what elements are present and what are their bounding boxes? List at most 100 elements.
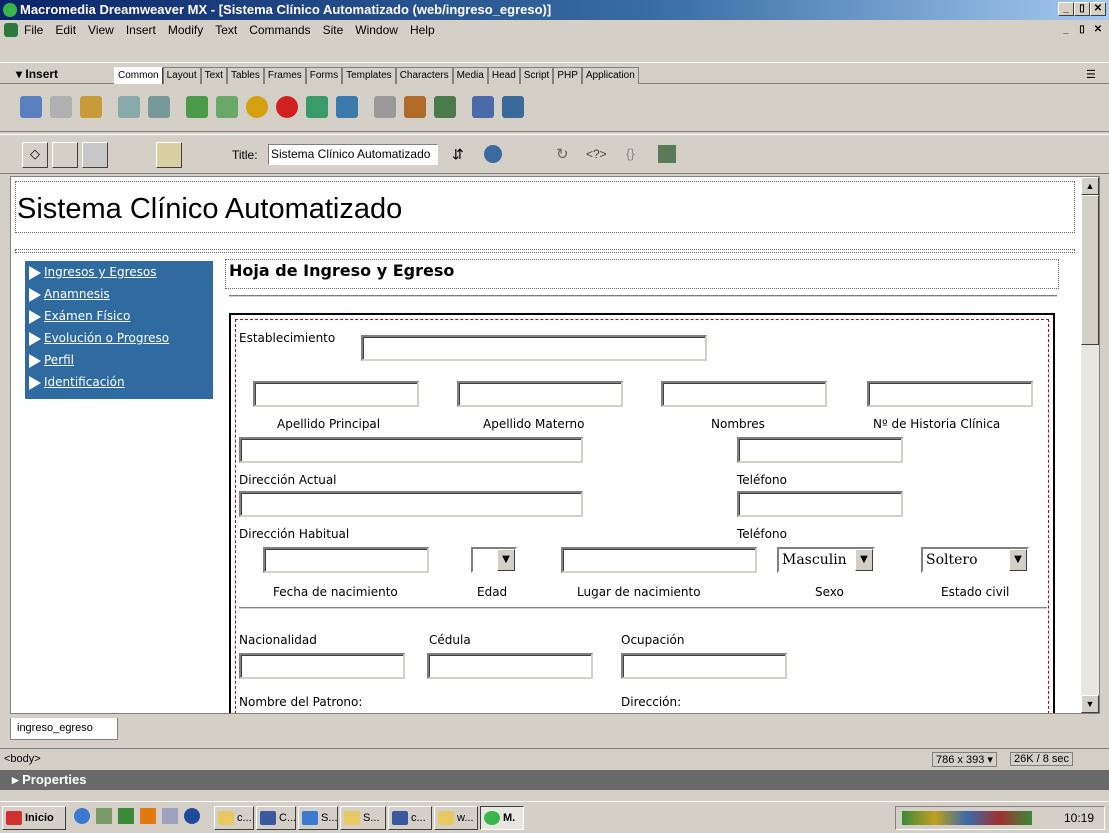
nav-examen-fisico[interactable]: Exámen Físico <box>29 309 130 324</box>
view-options-icon[interactable] <box>658 145 676 163</box>
menu-edit[interactable]: Edit <box>55 23 76 37</box>
preview-browser-icon[interactable] <box>484 145 502 163</box>
scroll-down-arrow[interactable]: ▼ <box>1081 695 1099 713</box>
quick-launch-icon[interactable] <box>162 808 178 824</box>
input-apellido-principal[interactable] <box>253 381 419 407</box>
split-view-button[interactable] <box>52 142 78 168</box>
reference-icon[interactable]: <?> <box>586 147 607 161</box>
input-direccion-actual[interactable] <box>239 437 583 463</box>
tab-layout[interactable]: Layout <box>162 67 201 84</box>
design-view-button[interactable] <box>82 142 108 168</box>
tab-characters[interactable]: Characters <box>395 67 453 84</box>
scroll-thumb[interactable] <box>1081 195 1099 345</box>
menu-window[interactable]: Window <box>355 23 398 37</box>
task-word-2[interactable]: c... <box>388 806 432 830</box>
input-ocupacion[interactable] <box>621 653 787 679</box>
navigation-bar-icon[interactable] <box>306 96 328 118</box>
media-player-icon[interactable] <box>140 808 156 824</box>
tab-script[interactable]: Script <box>519 67 554 84</box>
server-include-icon[interactable] <box>404 96 426 118</box>
tab-tables[interactable]: Tables <box>226 67 264 84</box>
code-view-button[interactable]: ◇ <box>22 142 48 168</box>
nav-perfil[interactable]: Perfil <box>29 353 74 368</box>
menu-modify[interactable]: Modify <box>168 23 203 37</box>
date-icon[interactable] <box>374 96 396 118</box>
tag-chooser-icon[interactable] <box>434 96 456 118</box>
quick-launch-icon[interactable] <box>118 808 134 824</box>
menu-commands[interactable]: Commands <box>249 23 310 37</box>
document-tab[interactable]: ingreso_egreso <box>10 718 118 740</box>
maximize-button[interactable]: ▯ <box>1074 2 1090 16</box>
quick-launch-icon[interactable] <box>96 808 112 824</box>
input-lugar-nacimiento[interactable] <box>561 547 757 573</box>
table-icon[interactable] <box>118 96 140 118</box>
task-folder-1[interactable]: c... <box>214 806 254 830</box>
layer-icon[interactable] <box>148 96 170 118</box>
input-direccion-habitual[interactable] <box>239 491 583 517</box>
script-icon[interactable] <box>502 96 524 118</box>
input-establecimiento[interactable] <box>361 335 707 361</box>
input-historia[interactable] <box>867 381 1033 407</box>
window-size[interactable]: 786 x 393 ▾ <box>932 752 997 767</box>
nav-anamnesis[interactable]: Anamnesis <box>29 287 110 302</box>
doc-close-button[interactable]: ✕ <box>1090 23 1106 37</box>
menu-file[interactable]: File <box>24 23 43 37</box>
menu-help[interactable]: Help <box>410 23 435 37</box>
close-button[interactable]: ✕ <box>1090 2 1106 16</box>
email-link-icon[interactable] <box>50 96 72 118</box>
task-dreamweaver[interactable]: M. <box>480 806 524 830</box>
input-apellido-materno[interactable] <box>457 381 623 407</box>
menu-site[interactable]: Site <box>323 23 344 37</box>
select-sexo[interactable]: Masculin ▼ <box>777 547 875 573</box>
input-nombres[interactable] <box>661 381 827 407</box>
hyperlink-icon[interactable] <box>20 96 42 118</box>
tab-media[interactable]: Media <box>452 67 488 84</box>
doc-restore-button[interactable]: ▯ <box>1074 23 1090 37</box>
tab-head[interactable]: Head <box>487 67 520 84</box>
nav-evolucion[interactable]: Evolución o Progreso <box>29 331 169 346</box>
tab-templates[interactable]: Templates <box>342 67 396 84</box>
named-anchor-icon[interactable] <box>80 96 102 118</box>
tab-php[interactable]: PHP <box>553 67 582 84</box>
input-telefono-1[interactable] <box>737 437 903 463</box>
task-word-1[interactable]: C... <box>256 806 296 830</box>
live-data-button[interactable] <box>156 142 182 168</box>
select-edad[interactable]: ▼ <box>471 547 517 573</box>
nav-ingresos-egresos[interactable]: Ingresos y Egresos <box>29 265 157 280</box>
minimize-button[interactable]: _ <box>1058 2 1074 16</box>
vertical-scrollbar[interactable]: ▲ ▼ <box>1081 177 1099 713</box>
menu-text[interactable]: Text <box>215 23 237 37</box>
horizontal-rule-icon[interactable] <box>336 96 358 118</box>
tab-application[interactable]: Application <box>581 67 639 84</box>
tab-common[interactable]: Common <box>114 67 163 84</box>
task-folder-2[interactable]: S... <box>340 806 386 830</box>
task-browser[interactable]: S... <box>298 806 338 830</box>
tag-selector[interactable]: <body> <box>4 753 41 765</box>
quick-launch-icon[interactable] <box>184 808 200 824</box>
tab-text[interactable]: Text <box>200 67 227 84</box>
select-estado-civil[interactable]: Soltero ▼ <box>921 547 1029 573</box>
flash-icon[interactable] <box>276 96 298 118</box>
tab-frames[interactable]: Frames <box>263 67 306 84</box>
tray-icons[interactable] <box>902 811 1032 825</box>
image-icon[interactable] <box>186 96 208 118</box>
scroll-up-arrow[interactable]: ▲ <box>1081 177 1099 195</box>
doc-minimize-button[interactable]: _ <box>1058 23 1074 37</box>
file-management-icon[interactable]: ⇵ <box>452 146 464 163</box>
input-fecha-nacimiento[interactable] <box>263 547 429 573</box>
input-telefono-2[interactable] <box>737 491 903 517</box>
title-input[interactable]: Sistema Clínico Automatizado <box>268 144 438 165</box>
panel-options-icon[interactable]: ☰ <box>1086 68 1096 81</box>
menu-insert[interactable]: Insert <box>126 23 156 37</box>
comment-icon[interactable] <box>472 96 494 118</box>
start-button[interactable]: Inicio <box>2 806 66 830</box>
tab-forms[interactable]: Forms <box>305 67 343 84</box>
properties-panel-header[interactable]: ▸ Properties <box>0 770 1109 790</box>
insert-panel-title[interactable]: ▾ Insert <box>16 67 58 81</box>
code-navigation-icon[interactable]: {} <box>626 146 635 161</box>
input-cedula[interactable] <box>427 653 593 679</box>
rollover-image-icon[interactable] <box>216 96 238 118</box>
ie-icon[interactable] <box>74 808 90 824</box>
task-folder-3[interactable]: w... <box>434 806 478 830</box>
nav-identificacion[interactable]: Identificación <box>29 375 125 390</box>
